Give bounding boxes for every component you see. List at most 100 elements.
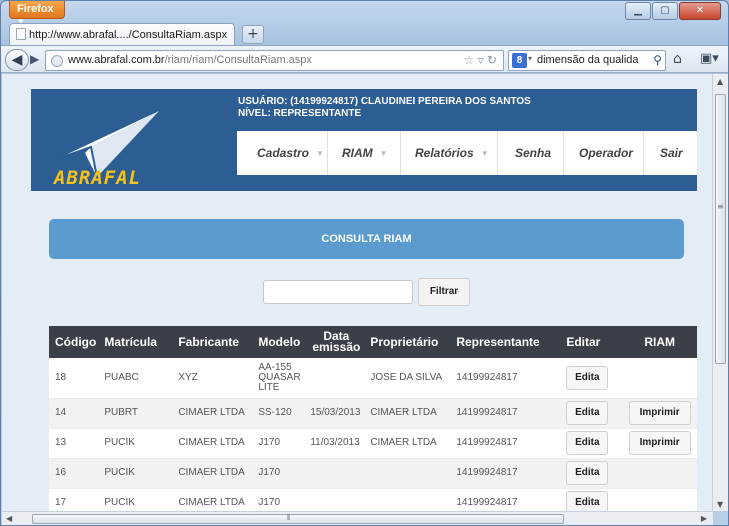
- dropdown-icon[interactable]: ▿: [478, 53, 484, 67]
- menu-item-operador[interactable]: Operador: [564, 131, 644, 175]
- print-button[interactable]: Imprimir: [628, 431, 691, 455]
- column-header-data-emissao[interactable]: Data emissão: [306, 326, 367, 358]
- column-header-proprietario[interactable]: Proprietário: [366, 326, 453, 358]
- vertical-scroll-thumb[interactable]: [715, 94, 726, 364]
- cell-proprietario: CIMAER LTDA: [366, 398, 453, 429]
- cell-modelo: J170: [254, 428, 307, 459]
- column-header-fabricante[interactable]: Fabricante: [174, 326, 255, 358]
- grip-icon: ≡: [717, 202, 724, 211]
- menu-item-sair[interactable]: Sair: [644, 131, 697, 175]
- cell-riam: [622, 458, 697, 489]
- filter-button[interactable]: Filtrar: [418, 278, 470, 306]
- menu-label: Sair: [660, 146, 683, 160]
- grip-icon: ⦀: [287, 513, 291, 522]
- page-icon: [16, 28, 26, 40]
- menu-item-relatorios[interactable]: Relatórios ▼: [401, 131, 498, 175]
- firefox-menu-button[interactable]: Firefox ▼: [9, 1, 65, 26]
- new-tab-button[interactable]: +: [242, 25, 264, 44]
- cell-codigo: 17: [49, 488, 101, 511]
- level-line: NÍVEL: REPRESENTANTE: [238, 108, 362, 119]
- cell-data-emissao: 15/03/2013: [306, 398, 367, 429]
- back-button[interactable]: ◀: [5, 49, 29, 71]
- globe-icon: [51, 55, 63, 67]
- close-window-button[interactable]: ✕: [679, 2, 721, 20]
- horizontal-scrollbar[interactable]: ◀ ⦀ ▶: [2, 511, 713, 525]
- table-body: 18 PUABC XYZ AA-155 QUASAR LITE JOSE DA …: [49, 358, 697, 511]
- cell-editar: Edita: [562, 358, 623, 399]
- bookmarks-button[interactable]: ▣▾: [700, 51, 719, 66]
- edit-button[interactable]: Edita: [566, 431, 609, 455]
- maximize-button[interactable]: ▢: [652, 2, 678, 20]
- menu-item-riam[interactable]: RIAM ▼: [328, 131, 401, 175]
- search-bar[interactable]: 8 ▾ dimensão da qualida ⚲: [508, 50, 666, 71]
- bookmarks-icon: ▣▾: [700, 51, 719, 66]
- search-text: dimensão da qualida: [537, 54, 639, 66]
- cell-modelo: SS-120: [254, 398, 307, 429]
- google-icon[interactable]: 8: [512, 53, 527, 68]
- filter-input[interactable]: [263, 280, 413, 304]
- scroll-down-icon[interactable]: ▼: [717, 500, 723, 509]
- arrow-right-icon: ▶: [30, 52, 40, 66]
- column-header-codigo[interactable]: Código: [49, 326, 101, 358]
- cell-data-emissao: [306, 458, 367, 489]
- user-info: USUÁRIO: (14199924817) CLAUDINEI PEREIRA…: [238, 96, 531, 120]
- site-logo-text[interactable]: ABRAFAL: [54, 167, 141, 189]
- table-row: 16 PUCIK CIMAER LTDA J170 14199924817 Ed…: [49, 458, 697, 489]
- table-row: 17 PUCIK CIMAER LTDA J170 14199924817 Ed…: [49, 488, 697, 511]
- column-header-matricula[interactable]: Matrícula: [100, 326, 175, 358]
- menu-item-cadastro[interactable]: Cadastro ▼: [237, 131, 328, 175]
- cell-representante: 14199924817: [452, 428, 563, 459]
- cell-riam: Imprimir: [622, 398, 697, 429]
- tab-bar: http://www.abrafal..../ConsultaRiam.aspx…: [9, 23, 728, 46]
- cell-codigo: 13: [49, 428, 101, 459]
- vertical-scrollbar[interactable]: ▲ ≡ ▼: [712, 74, 728, 511]
- edit-button[interactable]: Edita: [566, 401, 609, 425]
- column-header-editar[interactable]: Editar: [562, 326, 623, 358]
- table-row: 14 PUBRT CIMAER LTDA SS-120 15/03/2013 C…: [49, 398, 697, 429]
- column-header-representante[interactable]: Representante: [452, 326, 563, 358]
- cell-editar: Edita: [562, 458, 623, 489]
- cell-representante: 14199924817: [452, 358, 563, 399]
- column-header-modelo[interactable]: Modelo: [254, 326, 307, 358]
- cell-matricula: PUCIK: [100, 458, 175, 489]
- search-icon[interactable]: ⚲: [653, 53, 662, 67]
- home-button[interactable]: ⌂: [673, 51, 682, 67]
- scroll-left-icon[interactable]: ◀: [6, 514, 12, 523]
- cell-fabricante: CIMAER LTDA: [174, 398, 255, 429]
- column-header-riam[interactable]: RIAM: [622, 326, 697, 358]
- home-icon: ⌂: [673, 51, 682, 67]
- print-button[interactable]: Imprimir: [628, 401, 691, 425]
- scroll-up-icon[interactable]: ▲: [717, 77, 723, 86]
- browser-tab-active[interactable]: http://www.abrafal..../ConsultaRiam.aspx: [9, 23, 235, 46]
- firefox-menu-label: Firefox: [17, 3, 54, 15]
- reload-icon[interactable]: ↻: [487, 53, 497, 67]
- star-icon[interactable]: ☆: [463, 53, 474, 67]
- scroll-right-icon[interactable]: ▶: [701, 514, 707, 523]
- horizontal-scroll-thumb[interactable]: [32, 514, 564, 524]
- cell-fabricante: XYZ: [174, 358, 255, 399]
- cell-fabricante: CIMAER LTDA: [174, 428, 255, 459]
- address-bar[interactable]: www.abrafal.com.br/riam/riam/ConsultaRia…: [45, 50, 504, 71]
- search-engine-dropdown-icon[interactable]: ▾: [528, 54, 532, 63]
- browser-window: Firefox ▼ ▁ ▢ ✕ http://www.abrafal..../C…: [0, 0, 729, 526]
- cell-riam: [622, 488, 697, 511]
- menu-item-senha[interactable]: Senha: [498, 131, 564, 175]
- cell-representante: 14199924817: [452, 488, 563, 511]
- cell-data-emissao: 11/03/2013: [306, 428, 367, 459]
- navigation-toolbar: ◀ ▶ www.abrafal.com.br/riam/riam/Consult…: [1, 45, 728, 73]
- cell-representante: 14199924817: [452, 458, 563, 489]
- minimize-button[interactable]: ▁: [625, 2, 651, 20]
- table-header-row: Código Matrícula Fabricante Modelo Data …: [49, 326, 697, 358]
- chevron-down-icon: ▼: [316, 148, 324, 158]
- edit-button[interactable]: Edita: [566, 461, 609, 485]
- edit-button[interactable]: Edita: [566, 491, 609, 511]
- table-row: 18 PUABC XYZ AA-155 QUASAR LITE JOSE DA …: [49, 358, 697, 399]
- riam-table: Código Matrícula Fabricante Modelo Data …: [49, 326, 697, 511]
- arrow-left-icon: ◀: [11, 52, 23, 68]
- edit-button[interactable]: Edita: [566, 365, 609, 390]
- cell-proprietario: [366, 488, 453, 511]
- cell-riam: Imprimir: [622, 428, 697, 459]
- cell-data-emissao: [306, 358, 367, 399]
- forward-button[interactable]: ▶: [30, 52, 39, 66]
- chevron-down-icon: ▼: [379, 148, 388, 158]
